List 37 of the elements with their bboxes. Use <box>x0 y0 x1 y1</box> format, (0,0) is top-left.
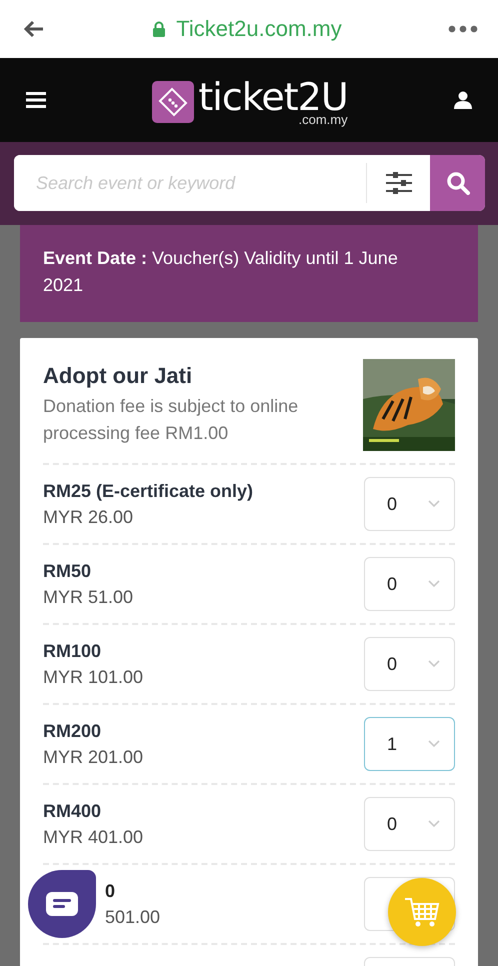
chevron-down-icon <box>428 580 440 588</box>
ticket-name: RM25 (E-certificate only) <box>43 480 254 502</box>
quantity-select[interactable]: 0 <box>364 637 455 691</box>
chevron-down-icon <box>428 820 440 828</box>
sliders-icon <box>386 172 412 194</box>
event-title: Adopt our Jati <box>43 363 194 389</box>
event-note: Donation fee is subject to online processing fee RM1.00 <box>43 395 300 445</box>
ticket-price: MYR 101.00 <box>43 666 144 688</box>
ticket-logo-icon <box>152 81 194 123</box>
lock-icon <box>152 21 166 37</box>
ticket-price: MYR 401.00 <box>43 826 144 848</box>
chevron-down-icon <box>428 500 440 508</box>
logo-text: ticket2U <box>198 78 348 116</box>
chat-bubble-icon <box>46 892 78 916</box>
chevron-down-icon <box>428 660 440 668</box>
quantity-select[interactable]: 1 <box>364 717 455 771</box>
ticket-price: 501.00 <box>105 906 160 928</box>
more-icon[interactable] <box>448 25 478 33</box>
ticket-name: RM50 <box>43 560 92 582</box>
logo-domain: .com.my <box>298 113 348 126</box>
ticket-price: MYR 51.00 <box>43 586 134 608</box>
ticket-name: 0 <box>105 880 116 902</box>
ticket-price: MYR 26.00 <box>43 506 134 528</box>
ticket-name: RM100 <box>43 640 102 662</box>
search-button[interactable] <box>430 155 485 211</box>
menu-icon[interactable] <box>26 92 46 108</box>
search-icon <box>446 171 470 195</box>
cart-icon <box>404 897 440 927</box>
ticket-name: RM200 <box>43 720 102 742</box>
quantity-select[interactable]: 0 <box>364 477 455 531</box>
quantity-select[interactable]: 0 <box>364 797 455 851</box>
ticket-name: RM400 <box>43 800 102 822</box>
chevron-down-icon <box>428 740 440 748</box>
ticket-price: MYR 201.00 <box>43 746 144 768</box>
event-date-text: Event Date : Voucher(s) Validity until 1 June 2021 <box>43 247 399 297</box>
user-icon[interactable] <box>454 91 472 109</box>
quantity-select[interactable]: 0 <box>364 557 455 611</box>
